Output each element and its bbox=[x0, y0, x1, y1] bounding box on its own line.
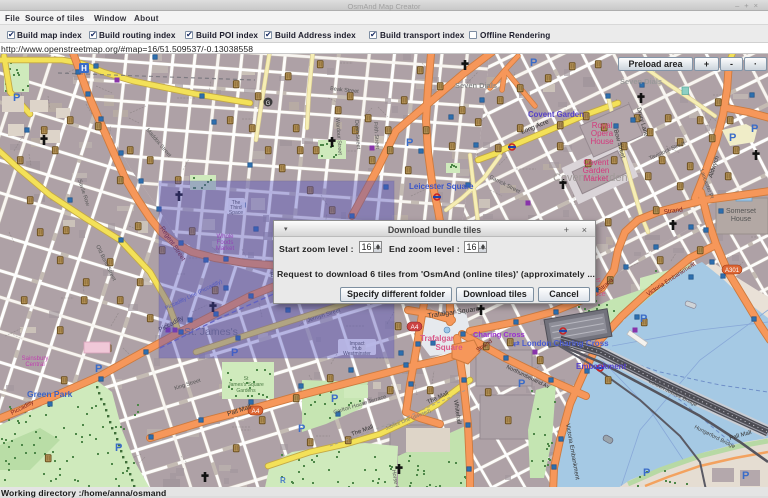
svg-text:G: G bbox=[266, 101, 271, 107]
svg-text:P: P bbox=[640, 313, 647, 325]
svg-text:House: House bbox=[731, 216, 751, 223]
svg-text:Embankment: Embankment bbox=[576, 362, 627, 371]
svg-text:P: P bbox=[643, 467, 650, 479]
svg-text:Market: Market bbox=[584, 174, 609, 183]
svg-text:Seven Dials: Seven Dials bbox=[455, 81, 497, 90]
svg-text:P: P bbox=[13, 92, 20, 104]
svg-text:Somerset: Somerset bbox=[726, 208, 756, 215]
svg-text:⇄ London Charing Cross: ⇄ London Charing Cross bbox=[513, 339, 609, 348]
svg-text:Seven Dials: Seven Dials bbox=[620, 77, 662, 86]
svg-text:P: P bbox=[298, 423, 305, 435]
svg-text:House: House bbox=[590, 137, 614, 146]
svg-text:Leicester Square: Leicester Square bbox=[409, 182, 474, 191]
svg-text:P: P bbox=[729, 132, 736, 144]
svg-text:Covent Garden: Covent Garden bbox=[528, 110, 584, 119]
svg-text:P: P bbox=[742, 470, 749, 482]
svg-text:R: R bbox=[280, 476, 286, 485]
svg-text:Charing Cross: Charing Cross bbox=[473, 330, 525, 339]
svg-text:P: P bbox=[115, 442, 122, 454]
svg-text:P: P bbox=[530, 57, 537, 69]
svg-text:Green Park: Green Park bbox=[27, 389, 73, 399]
svg-text:P: P bbox=[406, 137, 413, 149]
svg-text:P: P bbox=[95, 363, 102, 375]
svg-text:P: P bbox=[518, 378, 525, 390]
svg-text:A301: A301 bbox=[725, 268, 740, 274]
svg-text:A4: A4 bbox=[252, 408, 260, 415]
svg-text:Central: Central bbox=[25, 362, 44, 368]
svg-text:H: H bbox=[81, 64, 87, 73]
svg-text:Gardens: Gardens bbox=[236, 388, 256, 394]
svg-text:Trafalgar: Trafalgar bbox=[420, 334, 454, 343]
svg-text:A4: A4 bbox=[411, 324, 419, 331]
svg-text:P: P bbox=[751, 123, 758, 135]
svg-text:Square: Square bbox=[435, 343, 463, 352]
svg-text:P: P bbox=[331, 393, 338, 405]
